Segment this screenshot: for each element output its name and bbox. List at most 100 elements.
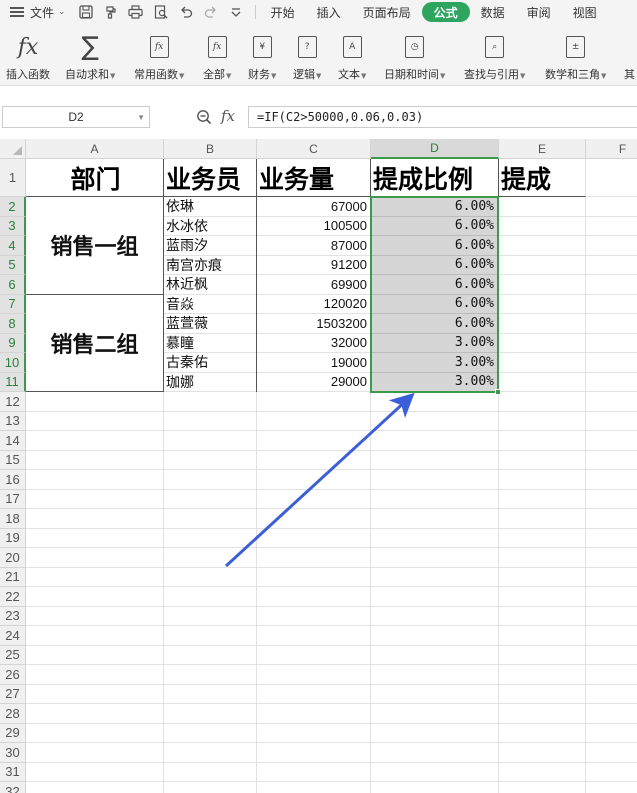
salesperson-cell[interactable]: 古秦佑 (164, 353, 257, 373)
cell-b24[interactable] (164, 626, 257, 646)
math-trig-button[interactable]: ± 数学和三角▼ (545, 32, 606, 82)
rate-cell[interactable]: 6.00% (371, 197, 499, 217)
cell-b28[interactable] (164, 704, 257, 724)
cell-b15[interactable] (164, 450, 257, 470)
autosum-button[interactable]: ∑ 自动求和▼ (65, 32, 115, 82)
row-header-31[interactable]: 31 (0, 762, 26, 782)
cell-e19[interactable] (499, 528, 586, 548)
row-header-14[interactable]: 14 (0, 431, 26, 451)
cell-d27[interactable] (371, 684, 499, 704)
row-header-6[interactable]: 6 (0, 275, 26, 295)
zoom-out-icon[interactable] (196, 109, 212, 125)
cell-e28[interactable] (499, 704, 586, 724)
cell-c24[interactable] (257, 626, 371, 646)
print-icon[interactable] (126, 2, 146, 22)
salesperson-cell[interactable]: 依琳 (164, 197, 257, 217)
cell-e3[interactable] (499, 216, 586, 236)
tab-formulas[interactable]: 公式 (421, 2, 470, 22)
name-box[interactable]: D2 ▼ (2, 106, 150, 128)
cell-a22[interactable] (26, 587, 164, 607)
row-header-25[interactable]: 25 (0, 645, 26, 665)
cell-d31[interactable] (371, 762, 499, 782)
text-button[interactable]: A 文本▼ (338, 32, 366, 82)
cell-c20[interactable] (257, 548, 371, 568)
cell-d18[interactable] (371, 509, 499, 529)
cell-f15[interactable] (586, 451, 637, 470)
fill-handle[interactable] (495, 389, 501, 395)
cell-a29[interactable] (26, 723, 164, 743)
cell-f26[interactable] (586, 665, 637, 685)
tab-review[interactable]: 审阅 (516, 2, 562, 22)
cell-c26[interactable] (257, 665, 371, 685)
cell-b29[interactable] (164, 723, 257, 743)
cell-f12[interactable] (586, 392, 637, 412)
row-header-29[interactable]: 29 (0, 723, 26, 743)
date-time-button[interactable]: ◷ 日期和时间▼ (384, 32, 445, 82)
cell-f17[interactable] (586, 490, 637, 509)
rate-cell[interactable]: 3.00% (371, 333, 499, 353)
volume-cell[interactable]: 91200 (257, 255, 371, 275)
cell-c21[interactable] (257, 567, 371, 587)
cell-b21[interactable] (164, 567, 257, 587)
cell-c23[interactable] (257, 606, 371, 626)
cell-e26[interactable] (499, 665, 586, 685)
cell-d13[interactable] (371, 411, 499, 431)
cell-e24[interactable] (499, 626, 586, 646)
row-header-16[interactable]: 16 (0, 470, 26, 490)
cell-f7[interactable] (586, 295, 637, 314)
cell-b20[interactable] (164, 548, 257, 568)
cell-f27[interactable] (586, 685, 637, 704)
cell-a31[interactable] (26, 762, 164, 782)
cell-c15[interactable] (257, 450, 371, 470)
financial-button[interactable]: ¥ 财务▼ (248, 32, 276, 82)
salesperson-cell[interactable]: 南宫亦痕 (164, 255, 257, 275)
salesperson-cell[interactable]: 音焱 (164, 294, 257, 314)
cell-f18[interactable] (586, 509, 637, 529)
cell-f6[interactable] (586, 275, 637, 295)
cell-c28[interactable] (257, 704, 371, 724)
formula-input[interactable]: =IF(C2>50000,0.06,0.03) (248, 106, 637, 128)
cell-d30[interactable] (371, 743, 499, 763)
salesperson-cell[interactable]: 慕瞳 (164, 333, 257, 353)
rate-cell[interactable]: 6.00% (371, 255, 499, 275)
cell-f3[interactable] (586, 217, 637, 236)
cell-f28[interactable] (586, 704, 637, 724)
row-header-27[interactable]: 27 (0, 684, 26, 704)
cell-f32[interactable] (586, 782, 637, 793)
row-header-20[interactable]: 20 (0, 548, 26, 568)
select-all-button[interactable] (0, 139, 26, 159)
cell-b26[interactable] (164, 665, 257, 685)
tab-insert[interactable]: 插入 (306, 2, 352, 22)
cell-e14[interactable] (499, 431, 586, 451)
cell-d28[interactable] (371, 704, 499, 724)
cell-b22[interactable] (164, 587, 257, 607)
cell-a18[interactable] (26, 509, 164, 529)
cell-e29[interactable] (499, 723, 586, 743)
row-header-30[interactable]: 30 (0, 743, 26, 763)
salesperson-cell[interactable]: 蓝萱薇 (164, 314, 257, 334)
cell-f19[interactable] (586, 529, 637, 548)
cell-f4[interactable] (586, 236, 637, 256)
cell-d15[interactable] (371, 450, 499, 470)
cell-a12[interactable] (26, 392, 164, 412)
cell-b25[interactable] (164, 645, 257, 665)
tab-data[interactable]: 数据 (470, 2, 516, 22)
cell-e13[interactable] (499, 411, 586, 431)
save-icon[interactable] (76, 2, 96, 22)
volume-cell[interactable]: 32000 (257, 333, 371, 353)
cell-a25[interactable] (26, 645, 164, 665)
cell-e2[interactable] (499, 197, 586, 217)
cell-c25[interactable] (257, 645, 371, 665)
volume-cell[interactable]: 1503200 (257, 314, 371, 334)
volume-cell[interactable]: 29000 (257, 372, 371, 392)
cell-e5[interactable] (499, 255, 586, 275)
cell-a15[interactable] (26, 450, 164, 470)
lookup-reference-button[interactable]: ⌕ 查找与引用▼ (464, 32, 525, 82)
cell-c18[interactable] (257, 509, 371, 529)
format-painter-icon[interactable] (101, 2, 121, 22)
cell-a21[interactable] (26, 567, 164, 587)
cell-a17[interactable] (26, 489, 164, 509)
cell-e9[interactable] (499, 333, 586, 353)
cell-a27[interactable] (26, 684, 164, 704)
cell-a16[interactable] (26, 470, 164, 490)
